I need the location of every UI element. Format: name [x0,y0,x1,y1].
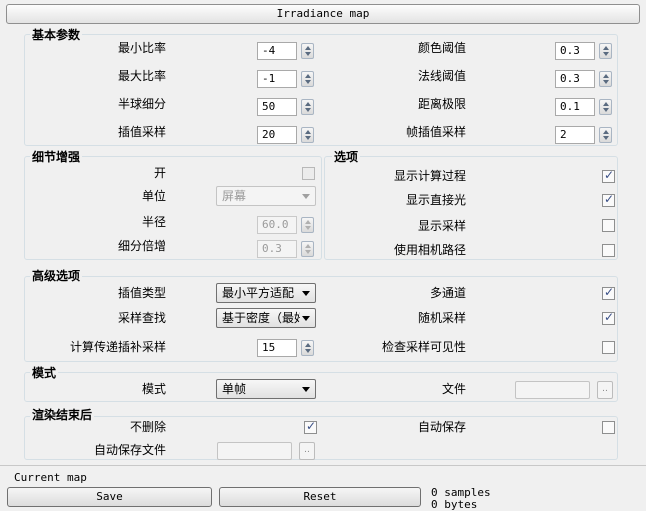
min-rate-spinner[interactable] [301,43,314,59]
file-label: 文件 [441,382,466,396]
show-samples-label: 显示采样 [417,219,466,233]
file-path-field[interactable] [515,381,590,399]
file-browse-button[interactable]: .. [597,381,613,399]
sample-lookup-value: 基于密度（最好 [222,311,300,325]
dont-delete-checkbox[interactable] [304,419,317,434]
rollout-title-bar[interactable]: Irradiance map [6,4,640,24]
bytes-count: 0 bytes [431,498,478,511]
frame-interp-samples-input[interactable]: 2 [555,126,595,144]
normal-threshold-spinner[interactable] [599,71,612,87]
check-visibility-checkbox[interactable] [602,341,615,354]
interp-type-dropdown[interactable]: 最小平方适配 [216,283,316,303]
detail-mult-label: 细分倍增 [117,239,166,253]
interp-samples-input[interactable]: 20 [257,126,297,144]
detail-mult-input[interactable]: 0.3 [257,240,297,258]
random-samples-label: 随机采样 [417,311,466,325]
advanced-options-title: 高级选项 [30,267,83,284]
auto-save-label: 自动保存 [417,420,466,434]
options-title: 选项 [332,148,361,165]
save-button[interactable]: Save [7,487,212,507]
mode-title: 模式 [30,364,59,381]
mode-label: 模式 [141,382,166,396]
max-rate-label: 最大比率 [117,69,166,83]
sample-lookup-label: 采样查找 [117,311,166,325]
chevron-down-icon [302,316,310,321]
chevron-down-icon [302,194,310,199]
show-direct-light-label: 显示直接光 [405,193,466,207]
mode-value: 单帧 [222,382,247,396]
frame-interp-samples-label: 帧插值采样 [405,125,466,139]
hemisphere-subdivs-label: 半球细分 [117,97,166,111]
current-map-separator [0,465,646,466]
detail-on-label: 开 [153,166,166,180]
max-rate-input[interactable]: -1 [257,70,297,88]
color-threshold-input[interactable]: 0.3 [555,42,595,60]
interp-type-value: 最小平方适配 [222,286,295,300]
calc-pass-samples-input[interactable]: 15 [257,339,297,357]
show-calc-phase-checkbox[interactable] [602,168,615,183]
sample-lookup-dropdown[interactable]: 基于密度（最好 [216,308,316,328]
calc-pass-samples-spinner[interactable] [301,340,314,356]
use-camera-path-checkbox[interactable] [602,244,615,257]
show-direct-light-checkbox[interactable] [602,192,615,207]
calc-pass-samples-label: 计算传递插补采样 [69,340,166,354]
detail-mult-spinner[interactable] [301,241,314,257]
detail-radius-input[interactable]: 60.0 [257,216,297,234]
min-rate-label: 最小比率 [117,41,166,55]
detail-radius-label: 半径 [141,215,166,229]
mode-dropdown[interactable]: 单帧 [216,379,316,399]
multipass-checkbox[interactable] [602,285,615,300]
distance-threshold-label: 距离极限 [417,97,466,111]
use-camera-path-label: 使用相机路径 [393,243,466,257]
interp-samples-spinner[interactable] [301,127,314,143]
chevron-down-icon [302,387,310,392]
multipass-label: 多通道 [429,286,466,300]
reset-button[interactable]: Reset [219,487,421,507]
normal-threshold-input[interactable]: 0.3 [555,70,595,88]
max-rate-spinner[interactable] [301,71,314,87]
interp-samples-label: 插值采样 [117,125,166,139]
distance-threshold-input[interactable]: 0.1 [555,98,595,116]
interp-type-label: 插值类型 [117,286,166,300]
detail-unit-dropdown[interactable]: 屏幕 [216,186,316,206]
auto-save-checkbox[interactable] [602,421,615,434]
color-threshold-label: 颜色阈值 [417,41,466,55]
min-rate-input[interactable]: -4 [257,42,297,60]
detail-unit-value: 屏幕 [222,189,247,203]
auto-save-browse-button[interactable]: .. [299,442,315,460]
show-samples-checkbox[interactable] [602,219,615,232]
show-calc-phase-label: 显示计算过程 [393,169,466,183]
chevron-down-icon [302,291,310,296]
normal-threshold-label: 法线阈值 [417,69,466,83]
hemisphere-subdivs-spinner[interactable] [301,99,314,115]
detail-radius-spinner[interactable] [301,217,314,233]
random-samples-checkbox[interactable] [602,310,615,325]
frame-interp-samples-spinner[interactable] [599,127,612,143]
hemisphere-subdivs-input[interactable]: 50 [257,98,297,116]
detail-on-checkbox[interactable] [302,167,315,180]
dont-delete-label: 不删除 [129,420,166,434]
auto-save-file-label: 自动保存文件 [93,443,166,457]
current-map-title: Current map [14,471,87,484]
distance-threshold-spinner[interactable] [599,99,612,115]
detail-unit-label: 单位 [141,189,166,203]
check-visibility-label: 检查采样可见性 [381,340,466,354]
color-threshold-spinner[interactable] [599,43,612,59]
auto-save-file-field[interactable] [217,442,292,460]
